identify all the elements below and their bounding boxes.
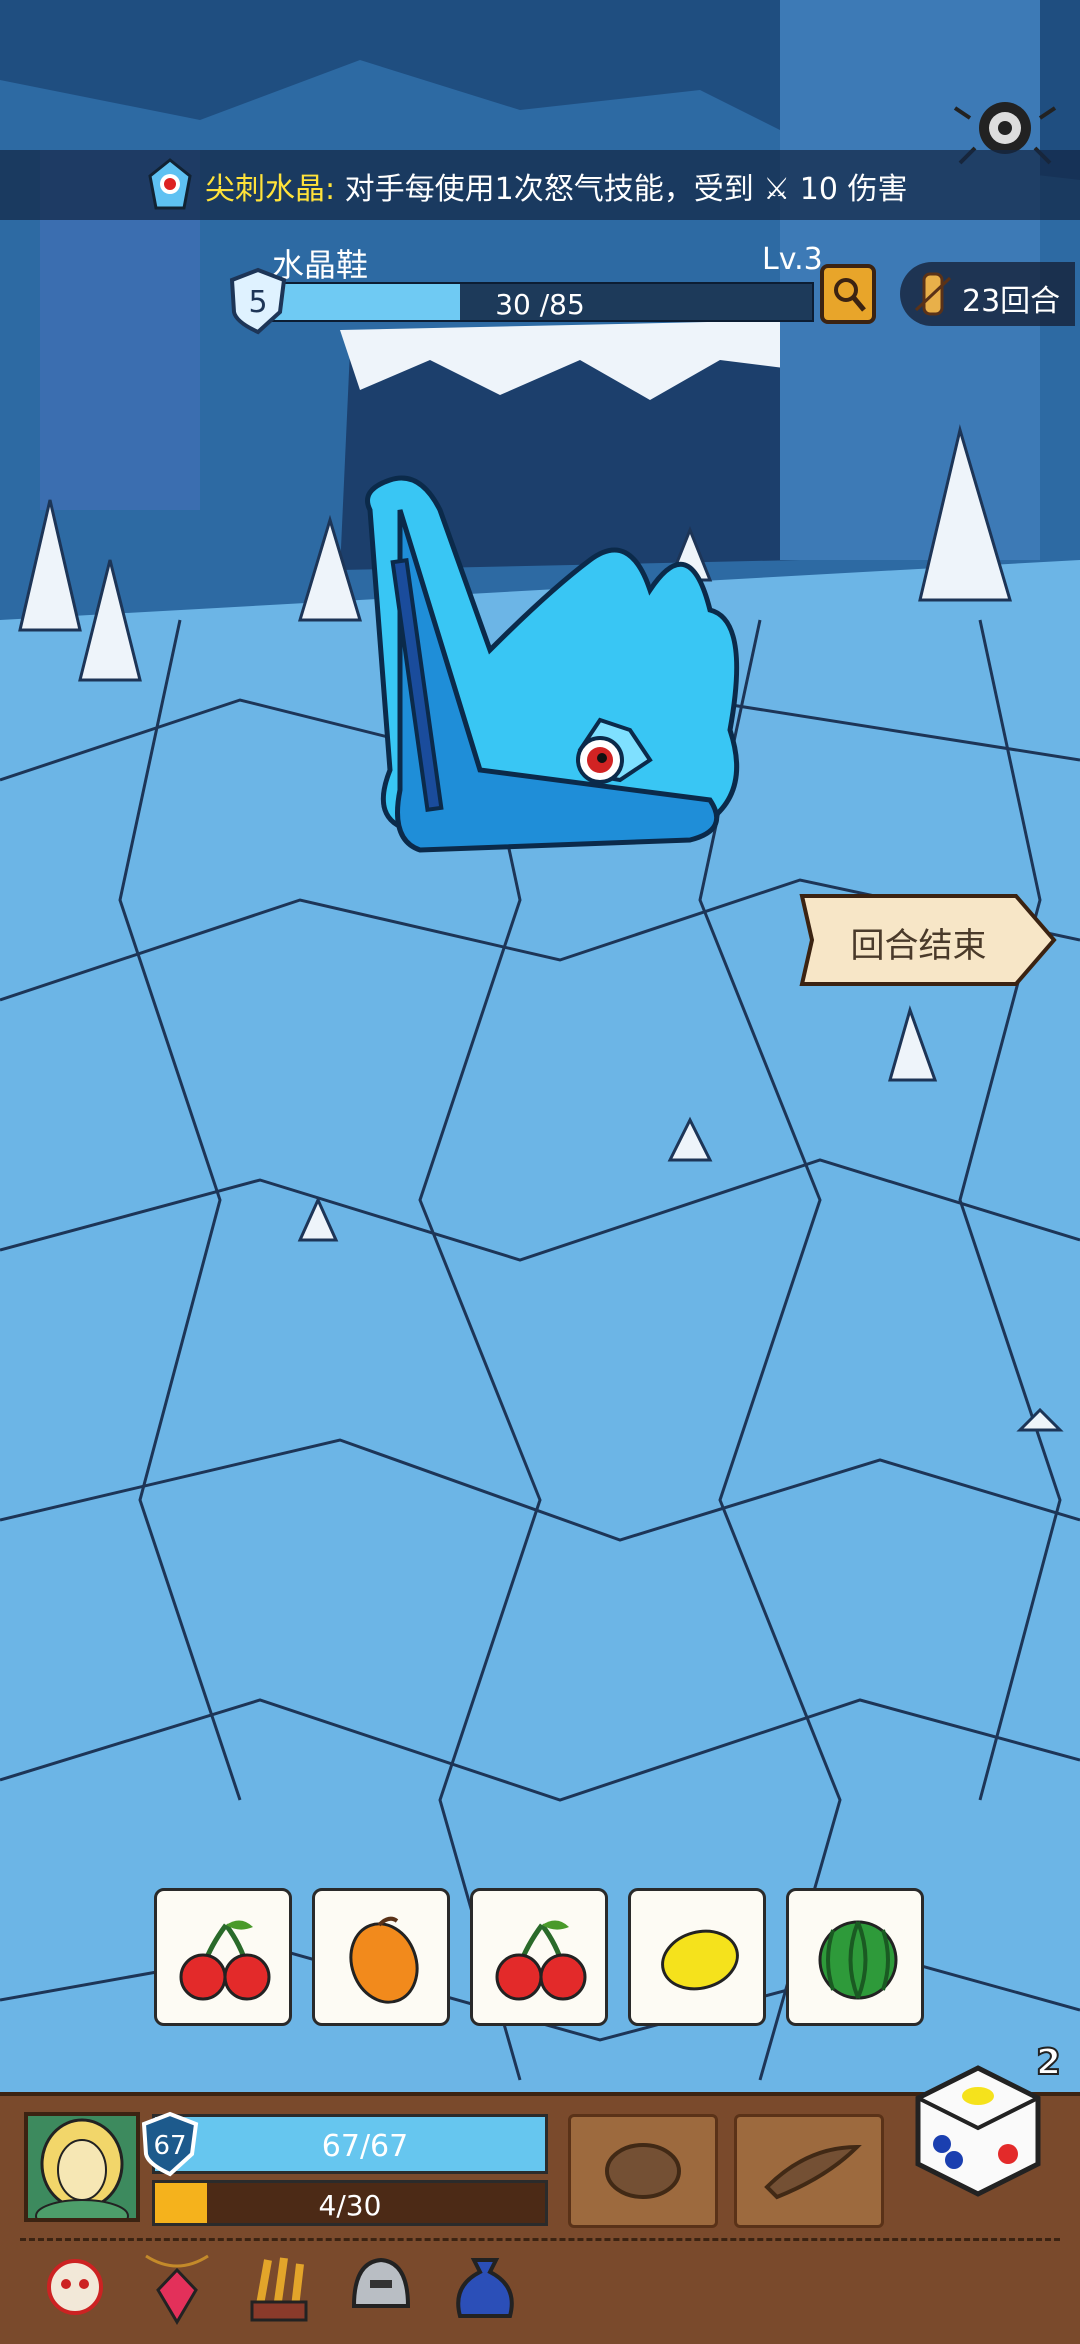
slot-4 — [628, 1888, 766, 2026]
cherry-icon — [495, 1920, 587, 2001]
crystal-shoe-enemy[interactable] — [330, 470, 770, 890]
player-rage-text: 4/30 — [318, 2189, 382, 2222]
player-shield-icon: 67 — [141, 2111, 199, 2177]
end-turn-label: 回合结束 — [850, 926, 987, 966]
skill-button-blade[interactable] — [734, 2114, 884, 2228]
enemy-shield-icon: 5 — [229, 267, 287, 335]
sword-icon: ⚔ — [763, 172, 791, 207]
watermelon-icon — [818, 1920, 898, 2000]
round-counter: 23回合 — [900, 262, 1075, 326]
skill-banner-text: 尖刺水晶: 对手每使用1次怒气技能，受到 ⚔ 10 伤害 — [205, 164, 907, 208]
slot-3 — [470, 1888, 608, 2026]
cherry-icon — [179, 1920, 271, 2001]
golden-claw-item-icon[interactable] — [238, 2246, 320, 2328]
spike-crystal-icon — [148, 158, 192, 210]
lemon-icon — [661, 1929, 739, 1991]
skill-name: 尖刺水晶: — [205, 172, 336, 207]
slot-5 — [786, 1888, 924, 2026]
round-count-text: 23回合 — [962, 284, 1061, 319]
end-turn-button[interactable]: 回合结束 — [796, 890, 1061, 990]
enemy-level: Lv.3 — [762, 242, 823, 277]
player-portrait-avatar[interactable] — [24, 2112, 140, 2222]
roll-dice-button[interactable] — [908, 2060, 1048, 2200]
player-hp-text: 67/67 — [321, 2129, 409, 2164]
enemy-hp-text: 30 /85 — [495, 288, 585, 321]
skill-damage: 10 伤害 — [799, 172, 908, 207]
skill-button-punch[interactable] — [568, 2114, 718, 2228]
blue-pouch-item-icon[interactable] — [444, 2246, 526, 2328]
player-face — [28, 2116, 136, 2218]
skill-description: 对手每使用1次怒气技能，受到 — [344, 172, 754, 207]
panel-divider — [20, 2238, 1060, 2241]
enemy-hp-bar: 30 /85 — [266, 282, 814, 322]
iron-helmet-item-icon[interactable] — [340, 2246, 422, 2328]
slot-2 — [312, 1888, 450, 2026]
blade-icon — [764, 2144, 862, 2200]
hourglass-scroll-icon — [914, 272, 952, 316]
dragon-mask-item-icon[interactable] — [34, 2246, 116, 2328]
red-gem-necklace-item-icon[interactable] — [136, 2246, 218, 2328]
enemy-info-book-icon[interactable] — [818, 262, 878, 326]
player-hp-bar: 67/67 — [152, 2114, 548, 2174]
mango-icon — [349, 1916, 419, 2004]
player-shield-value: 67 — [153, 2131, 186, 2161]
enemy-shield-value: 5 — [248, 285, 267, 320]
fist-icon — [605, 2143, 681, 2199]
player-rage-bar: 4/30 — [152, 2180, 548, 2226]
slot-1 — [154, 1888, 292, 2026]
